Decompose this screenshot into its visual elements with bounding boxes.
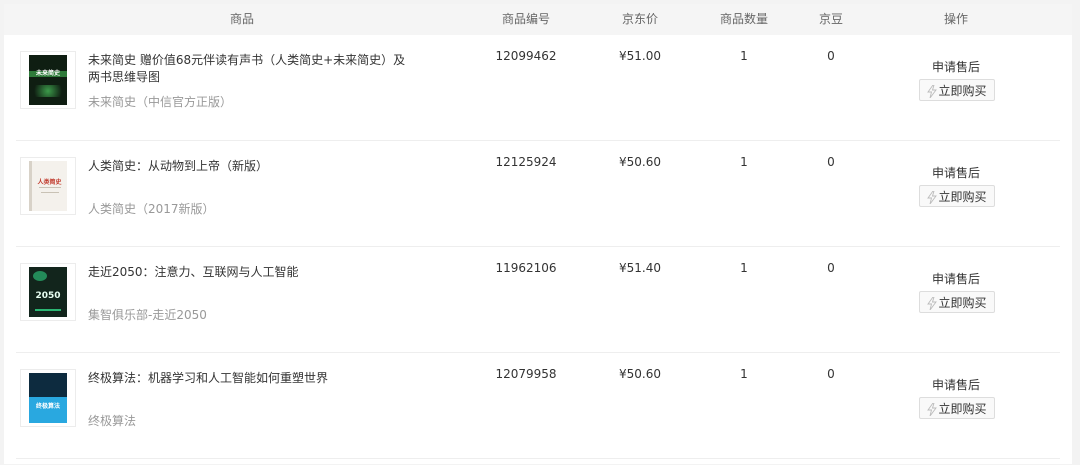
product-price: ¥50.60 [619,367,661,381]
order-table: 商品 商品编号 京东价 商品数量 京豆 操作 未来简史 未来简史 赠价值68元伴… [4,4,1072,464]
product-thumbnail[interactable]: 未来简史 [20,51,76,109]
product-sku: 12079958 [495,367,557,381]
after-sale-link[interactable]: 申请售后 [904,164,1008,181]
book-cover-icon: 2050 [29,267,67,317]
cover-title: 终极算法 [35,403,60,410]
header-product: 商品 [229,12,254,26]
lightning-icon [927,83,938,105]
header-jingdou: 京豆 [818,12,843,26]
product-jingdou: 0 [827,155,835,169]
product-quantity: 1 [740,367,748,381]
buy-now-label: 立即购买 [938,190,987,204]
buy-now-label: 立即购买 [938,402,987,416]
buy-now-label: 立即购买 [938,296,987,310]
table-row: 人类简史 人类简史：从动物到上帝（新版） 人类简史（2017新版） 121259… [4,141,1072,247]
product-quantity: 1 [740,49,748,63]
product-sku: 12099462 [495,49,557,63]
row-divider [16,458,1060,459]
product-jingdou: 0 [827,367,835,381]
after-sale-link[interactable]: 申请售后 [904,270,1008,287]
table-header: 商品 商品编号 京东价 商品数量 京豆 操作 [4,4,1072,35]
product-title[interactable]: 终极算法：机器学习和人工智能如何重塑世界 [88,370,418,387]
buy-now-button[interactable]: 立即购买 [919,291,995,313]
header-price: 京东价 [621,12,658,26]
table-row: 终极算法 终极算法：机器学习和人工智能如何重塑世界 终极算法 12079958 … [4,353,1072,459]
product-thumbnail[interactable]: 人类简史 [20,157,76,215]
cover-title: 2050 [35,291,61,301]
product-sku: 12125924 [495,155,557,169]
product-jingdou: 0 [827,49,835,63]
header-quantity: 商品数量 [719,12,768,26]
product-quantity: 1 [740,155,748,169]
product-title[interactable]: 未来简史 赠价值68元伴读有声书（人类简史+未来简史）及 两书思维导图 [88,52,418,86]
lightning-icon [927,189,938,211]
buy-now-button[interactable]: 立即购买 [919,79,995,101]
product-price: ¥51.00 [619,49,661,63]
product-jingdou: 0 [827,261,835,275]
table-row: 2050 走近2050：注意力、互联网与人工智能 集智俱乐部-走近2050 11… [4,247,1072,353]
book-cover-icon: 人类简史 [29,161,67,211]
table-row: 未来简史 未来简史 赠价值68元伴读有声书（人类简史+未来简史）及 两书思维导图… [4,35,1072,141]
product-subtitle: 集智俱乐部-走近2050 [88,308,207,322]
buy-now-button[interactable]: 立即购买 [919,397,995,419]
cover-title: 未来简史 [35,70,60,77]
product-subtitle: 人类简史（2017新版） [88,202,215,216]
buy-now-button[interactable]: 立即购买 [919,185,995,207]
product-title[interactable]: 人类简史：从动物到上帝（新版） [88,158,418,175]
product-thumbnail[interactable]: 终极算法 [20,369,76,427]
product-subtitle: 终极算法 [88,414,137,428]
product-price: ¥51.40 [619,261,661,275]
after-sale-link[interactable]: 申请售后 [904,376,1008,393]
product-sku: 11962106 [495,261,557,275]
book-cover-icon: 终极算法 [29,373,67,423]
after-sale-link[interactable]: 申请售后 [904,58,1008,75]
product-title[interactable]: 走近2050：注意力、互联网与人工智能 [88,264,418,281]
lightning-icon [927,295,938,317]
buy-now-label: 立即购买 [938,84,987,98]
lightning-icon [927,401,938,423]
product-thumbnail[interactable]: 2050 [20,263,76,321]
cover-title: 人类简史 [37,179,62,186]
product-quantity: 1 [740,261,748,275]
product-price: ¥50.60 [619,155,661,169]
header-sku: 商品编号 [501,12,550,26]
header-action: 操作 [943,12,968,26]
product-subtitle: 未来简史（中信官方正版） [88,95,233,109]
book-cover-icon: 未来简史 [29,55,67,105]
